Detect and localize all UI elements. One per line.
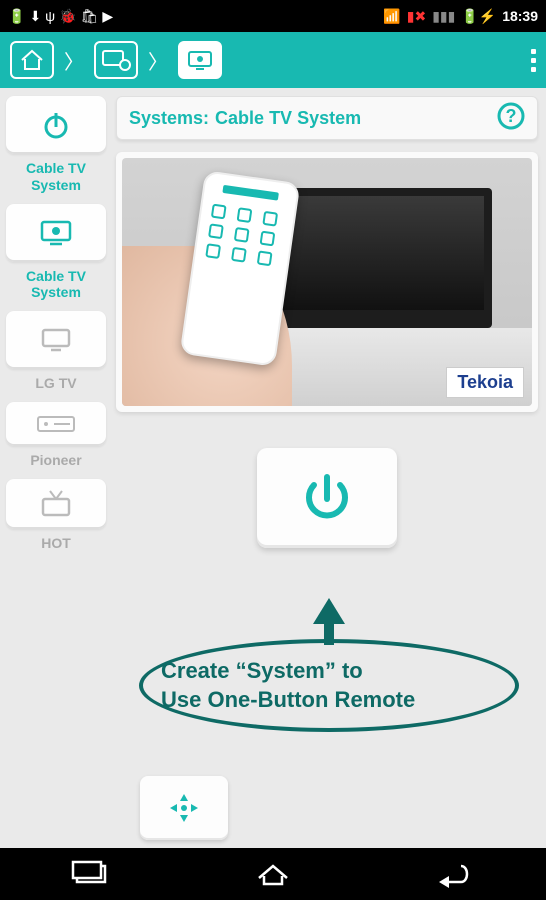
- chevron-right-icon: 〉: [64, 46, 84, 75]
- annotation-overlay: Create “System” to Use One-Button Remote: [122, 598, 536, 732]
- sidebar-item-lgtv[interactable]: [6, 311, 106, 369]
- sidebar-item-label: Cable TV System: [6, 268, 106, 302]
- content-area: Systems: Cable TV System ? Tekoia: [112, 88, 546, 848]
- nav-remote-button[interactable]: [178, 41, 222, 79]
- sidebar-item-cabletv[interactable]: [6, 204, 106, 262]
- receiver-icon: [36, 415, 76, 433]
- power-icon: [296, 467, 358, 529]
- sidebar-item-label: Pioneer: [6, 452, 106, 469]
- android-status-bar: 🔋 ⬇ ψ 🐞 🛍 ▶ 📶 ▮✖ ▮▮▮ 🔋⚡ 18:39: [0, 0, 546, 32]
- main-area: Cable TV System Cable TV System LG TV Pi…: [0, 88, 546, 848]
- one-button-power[interactable]: [257, 448, 397, 548]
- sim-error-icon: ▮✖: [407, 8, 426, 25]
- tv-gear-icon: [38, 218, 74, 248]
- sidebar: Cable TV System Cable TV System LG TV Pi…: [0, 88, 112, 848]
- battery-charging-icon: 🔋⚡: [461, 8, 496, 25]
- nav-home-button[interactable]: [253, 860, 293, 888]
- sidebar-item-hot[interactable]: [6, 479, 106, 529]
- systems-bar[interactable]: Systems: Cable TV System ?: [116, 96, 538, 140]
- wifi-icon: 📶: [383, 8, 400, 25]
- sidebar-item-pioneer[interactable]: [6, 402, 106, 446]
- nav-back-button[interactable]: [435, 860, 475, 888]
- app-header: 〉 〉: [0, 32, 546, 88]
- sidebar-item-label: Cable TV System: [6, 160, 106, 194]
- nav-devices-button[interactable]: [94, 41, 138, 79]
- overflow-menu-button[interactable]: [531, 49, 536, 72]
- svg-text:?: ?: [506, 106, 517, 126]
- dpad-icon: [167, 791, 201, 825]
- systems-bar-prefix: Systems:: [129, 108, 209, 129]
- dpad-button[interactable]: [140, 776, 228, 840]
- shopping-icon: 🛍: [81, 8, 99, 25]
- sidebar-item-label: LG TV: [6, 375, 106, 392]
- chevron-right-icon: 〉: [148, 46, 168, 75]
- signal-icon: ▮▮▮: [432, 8, 455, 25]
- systems-bar-name: Cable TV System: [215, 108, 361, 129]
- help-icon[interactable]: ?: [497, 102, 525, 135]
- android-nav-bar: [0, 848, 546, 900]
- annotation-arrow-icon: [313, 598, 345, 624]
- play-icon: ▶: [102, 8, 113, 25]
- status-left-icons: 🔋 ⬇ ψ 🐞 🛍 ▶: [8, 8, 113, 25]
- power-icon: [40, 109, 72, 141]
- clock: 18:39: [502, 8, 538, 24]
- remote-icon: [186, 49, 214, 71]
- home-icon: [19, 48, 45, 72]
- tv-icon: [39, 326, 73, 354]
- nav-home-button[interactable]: [10, 41, 54, 79]
- preview-card: Tekoia: [116, 152, 538, 412]
- tv-antenna-icon: [38, 489, 74, 519]
- annotation-bubble: Create “System” to Use One-Button Remote: [139, 639, 519, 732]
- preview-image: Tekoia: [122, 158, 532, 406]
- sidebar-item-label: HOT: [6, 535, 106, 552]
- debug-icon: 🐞: [59, 8, 76, 25]
- battery-icon: 🔋: [8, 8, 25, 25]
- devices-icon: [101, 49, 131, 71]
- usb-icon: ψ: [45, 8, 55, 24]
- status-right-icons: 📶 ▮✖ ▮▮▮ 🔋⚡ 18:39: [383, 8, 538, 25]
- nav-recent-button[interactable]: [71, 860, 111, 888]
- brand-badge: Tekoia: [446, 367, 524, 398]
- download-icon: ⬇: [29, 8, 41, 25]
- sidebar-item-power[interactable]: [6, 96, 106, 154]
